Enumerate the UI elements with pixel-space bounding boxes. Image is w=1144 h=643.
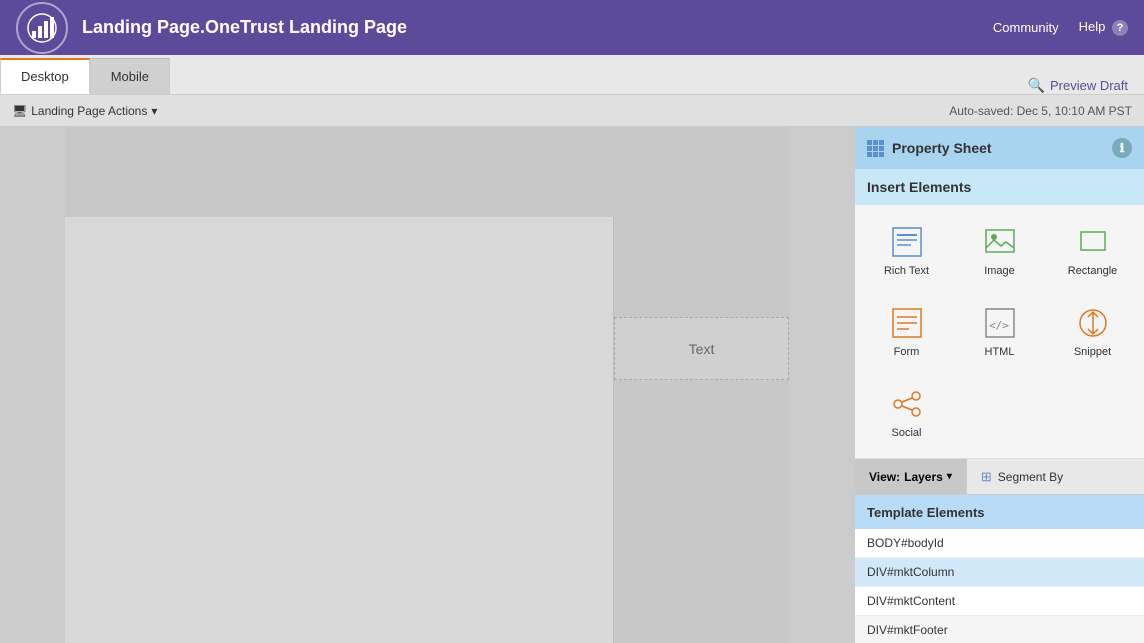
view-layers-tab[interactable]: View: Layers ▾ (855, 459, 967, 494)
template-item-mktfooter[interactable]: DIV#mktFooter (855, 616, 1144, 643)
actions-bar: 🖥 Landing Page Actions ▾ Auto-saved: Dec… (0, 95, 1144, 127)
template-item-mktcolumn[interactable]: DIV#mktColumn (855, 558, 1144, 587)
canvas-section-top (65, 127, 789, 217)
help-link[interactable]: Help ? (1079, 19, 1128, 36)
rectangle-label: Rectangle (1068, 265, 1118, 277)
property-sheet-header: Property Sheet ℹ (855, 127, 1144, 169)
community-link[interactable]: Community (993, 20, 1059, 35)
dropdown-icon[interactable]: ▾ (151, 104, 157, 118)
insert-elements-title: Insert Elements (867, 179, 971, 195)
tab-bar: Desktop Mobile 🔍 Preview Draft (0, 55, 1144, 95)
snippet-label: Snippet (1074, 346, 1111, 358)
social-icon (889, 386, 925, 422)
canvas-section-mid (65, 217, 789, 643)
layers-dropdown-icon: ▾ (947, 471, 952, 482)
element-image[interactable]: Image (958, 215, 1041, 286)
autosave-text: Auto-saved: Dec 5, 10:10 AM PST (949, 104, 1132, 118)
tab-mobile[interactable]: Mobile (90, 58, 170, 94)
rich-text-icon (889, 224, 925, 260)
template-elements-header: Template Elements (855, 495, 1144, 529)
element-rectangle[interactable]: Rectangle (1051, 215, 1134, 286)
page-icon: 🖥 (12, 104, 27, 118)
app-logo (16, 2, 68, 54)
property-sheet-label: Property Sheet (892, 140, 992, 156)
segment-by-tab[interactable]: ⊞ Segment By (967, 459, 1077, 494)
canvas-inner (65, 127, 789, 643)
property-sheet-title: Property Sheet (867, 140, 992, 157)
view-bar: View: Layers ▾ ⊞ Segment By (855, 459, 1144, 495)
canvas[interactable]: Text (0, 127, 854, 643)
header-nav: Community Help ? (993, 19, 1128, 36)
rich-text-label: Rich Text (884, 265, 929, 277)
page-title: Landing Page.OneTrust Landing Page (82, 17, 993, 38)
element-snippet[interactable]: Snippet (1051, 296, 1134, 367)
social-label: Social (892, 427, 922, 439)
segment-icon: ⊞ (981, 469, 992, 485)
landing-page-actions-text: Landing Page Actions (31, 104, 147, 118)
info-icon[interactable]: ℹ (1112, 138, 1132, 158)
elements-grid: Rich Text Image (855, 205, 1144, 459)
form-icon (889, 305, 925, 341)
tab-desktop[interactable]: Desktop (0, 58, 90, 94)
image-label: Image (984, 265, 1015, 277)
snippet-icon (1075, 305, 1111, 341)
canvas-col-left (65, 217, 614, 643)
element-form[interactable]: Form (865, 296, 948, 367)
canvas-text-element[interactable]: Text (614, 317, 789, 380)
canvas-col-right (614, 217, 789, 643)
template-item-mktcontent[interactable]: DIV#mktContent (855, 587, 1144, 616)
view-label: View: (869, 470, 900, 484)
template-item-body[interactable]: BODY#bodyId (855, 529, 1144, 558)
insert-elements-header: Insert Elements (855, 169, 1144, 205)
image-icon (982, 224, 1018, 260)
grid-icon (867, 140, 884, 157)
rectangle-icon (1075, 224, 1111, 260)
template-elements-title: Template Elements (867, 505, 985, 520)
main-area: Text Property Sheet ℹ Insert Elements (0, 127, 1144, 643)
element-social[interactable]: Social (865, 377, 948, 448)
svg-text:</>: </> (989, 319, 1009, 332)
form-label: Form (894, 346, 920, 358)
html-icon: </> (982, 305, 1018, 341)
layers-label: Layers (904, 470, 943, 484)
actions-label: 🖥 Landing Page Actions ▾ (12, 104, 157, 118)
template-list: BODY#bodyId DIV#mktColumn DIV#mktContent… (855, 529, 1144, 643)
tab-group: Desktop Mobile (0, 55, 170, 94)
preview-draft-button[interactable]: 🔍 Preview Draft (1012, 77, 1144, 94)
right-panel: Property Sheet ℹ Insert Elements Rich Te (854, 127, 1144, 643)
search-icon: 🔍 (1028, 77, 1045, 94)
app-header: Landing Page.OneTrust Landing Page Commu… (0, 0, 1144, 55)
html-label: HTML (985, 346, 1015, 358)
help-icon: ? (1112, 20, 1128, 36)
element-html[interactable]: </> HTML (958, 296, 1041, 367)
element-rich-text[interactable]: Rich Text (865, 215, 948, 286)
